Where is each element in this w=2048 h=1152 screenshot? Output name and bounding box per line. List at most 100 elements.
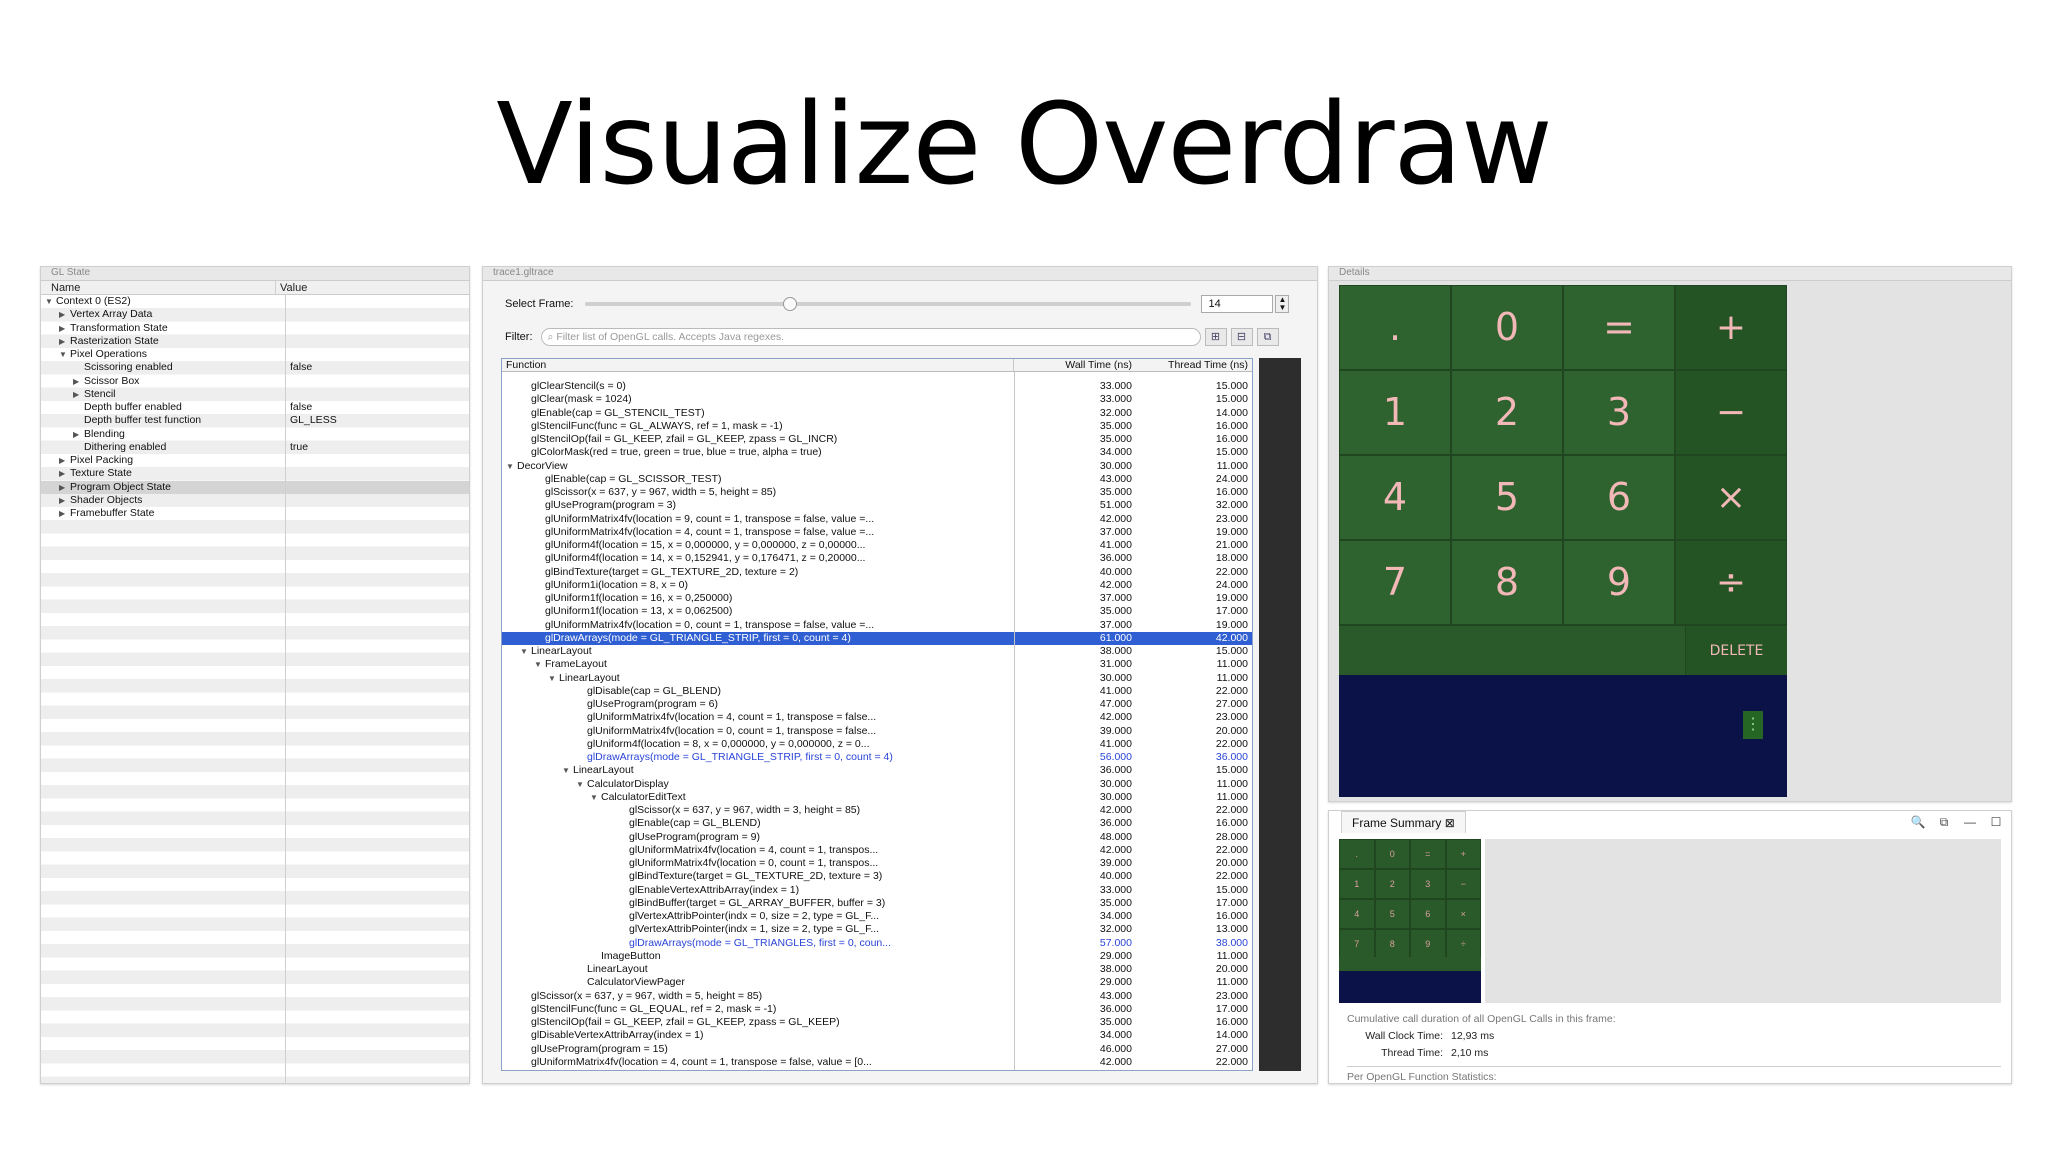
delete-button[interactable]: DELETE xyxy=(1685,626,1787,676)
calculator-key[interactable]: 2 xyxy=(1451,370,1563,455)
calculator-key[interactable]: 9 xyxy=(1563,540,1675,625)
gl-state-row[interactable]: ▼ Context 0 (ES2) xyxy=(41,295,469,308)
function-row[interactable]: glUniform4f(location = 15, x = 0,000000,… xyxy=(502,539,1252,552)
function-column-header[interactable]: Function xyxy=(502,359,1014,371)
calculator-key[interactable]: 6 xyxy=(1563,455,1675,540)
collapsed-arrow-icon[interactable]: ▶ xyxy=(73,375,84,388)
collapsed-arrow-icon[interactable]: ▶ xyxy=(59,494,70,507)
function-row[interactable]: ▼ LinearLayout 30.000 11.000 xyxy=(502,672,1252,685)
collapsed-arrow-icon[interactable]: ▶ xyxy=(59,467,70,480)
function-row[interactable]: glEnable(cap = GL_BLEND) 36.000 16.000 xyxy=(502,817,1252,830)
function-row[interactable]: glBindTexture(target = GL_TEXTURE_2D, te… xyxy=(502,566,1252,579)
function-row[interactable]: glUniformMatrix4fv(location = 4, count =… xyxy=(502,711,1252,724)
calculator-key[interactable]: 1 xyxy=(1339,370,1451,455)
calculator-key[interactable]: × xyxy=(1675,455,1787,540)
function-row[interactable]: glUniformMatrix4fv(location = 4, count =… xyxy=(502,526,1252,539)
expanded-arrow-icon[interactable]: ▼ xyxy=(520,645,531,658)
function-row[interactable]: glDisableVertexAttribArray(index = 1) 34.… xyxy=(502,1029,1252,1042)
wall-time-column-header[interactable]: Wall Time (ns) xyxy=(1014,359,1134,371)
fit-icon[interactable]: ⧉ xyxy=(1933,813,1955,831)
expanded-arrow-icon[interactable]: ▼ xyxy=(590,791,601,804)
gl-state-row[interactable]: ▶ Pixel Packing xyxy=(41,454,469,467)
function-row[interactable]: glVertexAttribPointer(indx = 1, size = 2… xyxy=(502,923,1252,936)
collapsed-arrow-icon[interactable]: ▶ xyxy=(59,454,70,467)
expanded-arrow-icon[interactable]: ▼ xyxy=(45,295,56,308)
function-row[interactable]: glUniformMatrix4fv(location = 0, count =… xyxy=(502,619,1252,632)
gl-state-row[interactable]: Depth buffer test function GL_LESS xyxy=(41,414,469,427)
function-row[interactable]: ▼ DecorView 30.000 11.000 xyxy=(502,460,1252,473)
gl-state-row[interactable]: Scissoring enabled false xyxy=(41,361,469,374)
function-row[interactable]: glScissor(x = 637, y = 967, width = 3, h… xyxy=(502,804,1252,817)
expanded-arrow-icon[interactable]: ▼ xyxy=(59,348,70,361)
function-row[interactable]: glUniform4f(location = 14, x = 0,152941,… xyxy=(502,552,1252,565)
function-row[interactable]: glUseProgram(program = 6) 47.000 27.000 xyxy=(502,698,1252,711)
expanded-arrow-icon[interactable]: ▼ xyxy=(506,460,517,473)
calculator-key[interactable]: 0 xyxy=(1451,285,1563,370)
function-row[interactable]: glUniform1f(location = 16, x = 0,250000)… xyxy=(502,592,1252,605)
frame-summary-tab[interactable]: Frame Summary ⊠ xyxy=(1341,811,1466,833)
function-row[interactable]: glUseProgram(program = 15) 46.000 27.000 xyxy=(502,1043,1252,1056)
calculator-key[interactable]: ÷ xyxy=(1675,540,1787,625)
expanded-arrow-icon[interactable]: ▼ xyxy=(548,672,559,685)
expanded-arrow-icon[interactable]: ▼ xyxy=(576,778,587,791)
gl-state-row[interactable]: ▶ Rasterization State xyxy=(41,335,469,348)
filter-input[interactable]: ⌕ Filter list of OpenGL calls. Accepts J… xyxy=(540,328,1201,346)
calculator-key[interactable]: . xyxy=(1339,285,1451,370)
function-row[interactable]: glUniformMatrix4fv(location = 4, count =… xyxy=(502,844,1252,857)
function-row[interactable]: glUniformMatrix4fv(location = 0, count =… xyxy=(502,857,1252,870)
calculator-key[interactable]: + xyxy=(1675,285,1787,370)
gl-state-row[interactable]: ▶ Scissor Box xyxy=(41,375,469,388)
collapsed-arrow-icon[interactable]: ▶ xyxy=(59,322,70,335)
function-row[interactable]: glScissor(x = 637, y = 967, width = 5, h… xyxy=(502,990,1252,1003)
gl-state-row[interactable]: ▶ Program Object State xyxy=(41,480,469,494)
function-row[interactable]: glStencilOp(fail = GL_KEEP, zfail = GL_K… xyxy=(502,433,1252,446)
tab-close-icon[interactable]: ⊠ xyxy=(1445,816,1455,830)
collapsed-arrow-icon[interactable]: ▶ xyxy=(59,507,70,520)
trace-tab[interactable]: trace1.gltrace xyxy=(483,267,1317,281)
maximize-icon[interactable]: ☐ xyxy=(1985,813,2007,831)
collapsed-arrow-icon[interactable]: ▶ xyxy=(73,428,84,441)
function-row[interactable]: glUniform1f(location = 13, x = 0,062500)… xyxy=(502,605,1252,618)
function-row[interactable]: glColorMask(red = true, green = true, bl… xyxy=(502,446,1252,459)
details-tab[interactable]: Details xyxy=(1329,267,2011,281)
value-column-header[interactable]: Value xyxy=(276,281,307,294)
gl-state-row[interactable]: ▶ Transformation State xyxy=(41,322,469,335)
calculator-key[interactable]: 3 xyxy=(1563,370,1675,455)
function-row[interactable]: CalculatorViewPager 29.000 11.000 xyxy=(502,976,1252,989)
function-row[interactable]: glStencilOp(fail = GL_KEEP, zfail = GL_K… xyxy=(502,1016,1252,1029)
function-row[interactable]: glClear(mask = 1024) 33.000 15.000 xyxy=(502,393,1252,406)
function-row[interactable]: glUseProgram(program = 9) 48.000 28.000 xyxy=(502,831,1252,844)
function-row[interactable]: ▼ CalculatorEditText 30.000 11.000 xyxy=(502,791,1252,804)
gl-state-row[interactable]: ▶ Blending xyxy=(41,428,469,441)
save-trace-icon[interactable]: ⧉ xyxy=(1256,328,1279,346)
calculator-key[interactable]: 8 xyxy=(1451,540,1563,625)
expanded-arrow-icon[interactable]: ▼ xyxy=(562,764,573,777)
function-row[interactable]: glClearStencil(s = 0) 33.000 15.000 xyxy=(502,380,1252,393)
frame-number-input[interactable]: 14 xyxy=(1201,295,1274,313)
gl-state-row[interactable]: ▶ Stencil xyxy=(41,388,469,401)
gl-state-row[interactable]: ▶ Texture State xyxy=(41,467,469,480)
frame-slider[interactable] xyxy=(585,297,1192,311)
collapsed-arrow-icon[interactable]: ▶ xyxy=(59,481,70,494)
collapsed-arrow-icon[interactable]: ▶ xyxy=(59,308,70,321)
function-row[interactable]: glBindBuffer(target = GL_ARRAY_BUFFER, b… xyxy=(502,897,1252,910)
gl-state-row[interactable]: Dithering enabled true xyxy=(41,441,469,454)
function-row[interactable]: glEnable(cap = GL_STENCIL_TEST) 32.000 14.… xyxy=(502,407,1252,420)
gl-state-row[interactable]: ▶ Shader Objects xyxy=(41,494,469,507)
function-row[interactable]: LinearLayout 38.000 20.000 xyxy=(502,963,1252,976)
function-row[interactable]: glDrawArrays(mode = GL_TRIANGLES, first … xyxy=(502,937,1252,950)
calculator-key[interactable]: − xyxy=(1675,370,1787,455)
function-row[interactable]: ImageButton 29.000 11.000 xyxy=(502,950,1252,963)
function-row[interactable]: glBindTexture(target = GL_TEXTURE_2D, te… xyxy=(502,870,1252,883)
collapsed-arrow-icon[interactable]: ▶ xyxy=(59,335,70,348)
function-row[interactable]: glStencilFunc(func = GL_ALWAYS, ref = 1,… xyxy=(502,420,1252,433)
expand-all-icon[interactable]: ⊞ xyxy=(1204,328,1227,346)
function-row[interactable]: glUniformMatrix4fv(location = 4, count =… xyxy=(502,1056,1252,1069)
function-row[interactable]: glScissor(x = 637, y = 967, width = 5, h… xyxy=(502,486,1252,499)
name-column-header[interactable]: Name xyxy=(41,281,276,294)
function-row[interactable]: glUniform4f(location = 8, x = 0,000000, … xyxy=(502,738,1252,751)
expanded-arrow-icon[interactable]: ▼ xyxy=(534,658,545,671)
calculator-key[interactable]: 7 xyxy=(1339,540,1451,625)
calculator-key[interactable]: = xyxy=(1563,285,1675,370)
function-row[interactable]: ▼ LinearLayout 36.000 15.000 xyxy=(502,764,1252,777)
